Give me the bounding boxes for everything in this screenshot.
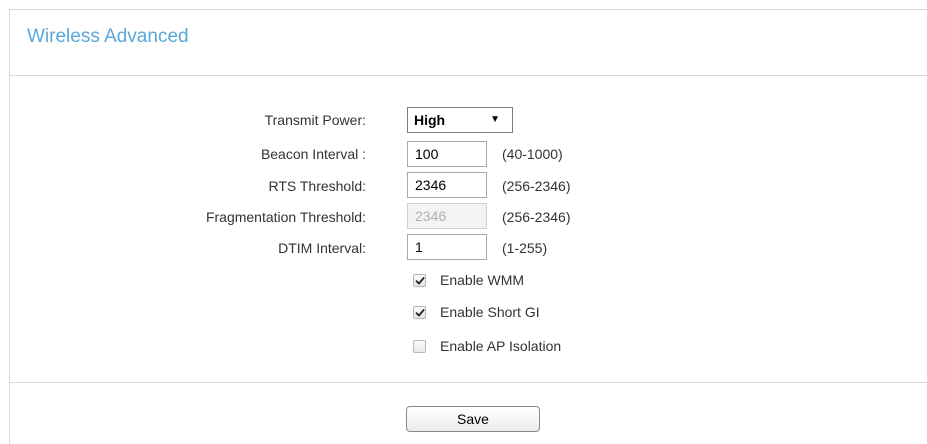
- fragmentation-threshold-label: Fragmentation Threshold:: [205, 209, 366, 225]
- dtim-interval-input[interactable]: [407, 234, 487, 260]
- rts-threshold-label: RTS Threshold:: [268, 178, 366, 194]
- enable-short-gi-checkbox-row[interactable]: Enable Short GI: [413, 303, 540, 321]
- transmit-power-value: High: [414, 112, 446, 128]
- checkmark-icon: [415, 276, 425, 284]
- enable-wmm-checkbox-row[interactable]: Enable WMM: [413, 271, 524, 289]
- beacon-interval-range: (40-1000): [502, 146, 563, 162]
- enable-ap-isolation-checkbox-row[interactable]: Enable AP Isolation: [413, 337, 561, 355]
- rts-threshold-input[interactable]: [407, 172, 487, 198]
- enable-wmm-label: Enable WMM: [440, 272, 525, 288]
- enable-ap-isolation-checkbox[interactable]: [413, 339, 426, 353]
- enable-short-gi-label: Enable Short GI: [440, 304, 540, 320]
- title-divider: [9, 75, 927, 76]
- dtim-interval-range: (1-255): [502, 240, 548, 256]
- beacon-interval-input[interactable]: [407, 141, 487, 167]
- enable-ap-isolation-label: Enable AP Isolation: [440, 338, 562, 354]
- rts-threshold-range: (256-2346): [502, 178, 571, 194]
- footer-divider: [9, 382, 927, 383]
- checkmark-icon: [415, 308, 425, 316]
- enable-short-gi-checkbox[interactable]: [413, 305, 426, 319]
- page-title: Wireless Advanced: [27, 26, 189, 47]
- fragmentation-threshold-input: [407, 203, 487, 229]
- transmit-power-select[interactable]: High ▼: [407, 107, 513, 133]
- dropdown-arrow-icon: ▼: [490, 114, 500, 125]
- fragmentation-threshold-range: (256-2346): [502, 209, 571, 225]
- save-button[interactable]: Save: [406, 406, 540, 432]
- dtim-interval-label: DTIM Interval:: [278, 240, 366, 256]
- beacon-interval-label: Beacon Interval :: [260, 146, 366, 162]
- transmit-power-label: Transmit Power:: [264, 112, 366, 128]
- enable-wmm-checkbox[interactable]: [413, 273, 426, 287]
